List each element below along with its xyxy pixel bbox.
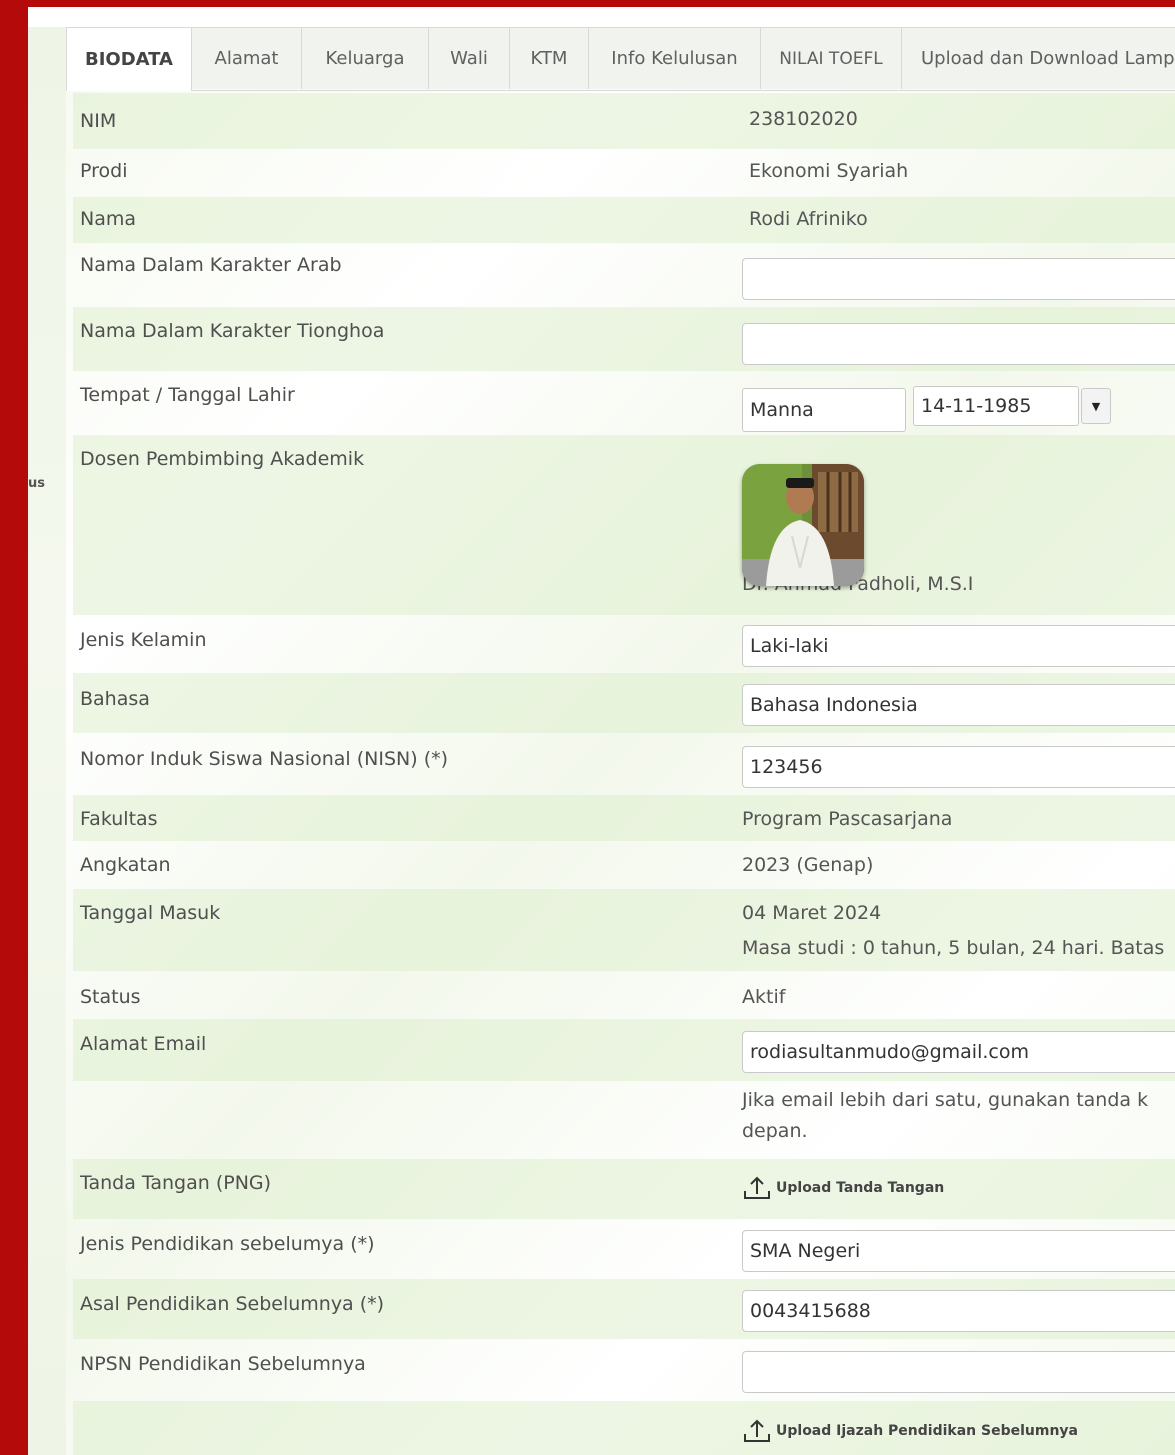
row-prodi: Prodi Ekonomi Syariah — [73, 149, 1175, 197]
nama-tionghoa-label: Nama Dalam Karakter Tionghoa — [80, 320, 385, 342]
asal-pendidikan-label: Asal Pendidikan Sebelumnya (*) — [80, 1293, 385, 1315]
dosen-label: Dosen Pembimbing Akademik — [80, 448, 365, 470]
upload-icon — [744, 1176, 770, 1199]
row-jenis-pendidikan: Jenis Pendidikan sebelumya (*) SMA Neger… — [73, 1219, 1175, 1279]
upload-tanda-tangan-label: Upload Tanda Tangan — [776, 1180, 945, 1196]
row-npsn: NPSN Pendidikan Sebelumnya — [73, 1339, 1175, 1401]
tab-biodata[interactable]: BIODATA — [66, 27, 192, 91]
upload-tanda-tangan-button[interactable]: Upload Tanda Tangan — [742, 1175, 944, 1201]
row-ijazah: Upload Ijazah Pendidikan Sebelumnya — [73, 1401, 1175, 1455]
upload-icon — [744, 1419, 770, 1442]
tanda-tangan-label: Tanda Tangan (PNG) — [80, 1172, 272, 1194]
email-input[interactable]: rodiasultanmudo@gmail.com — [742, 1031, 1175, 1073]
nama-arab-label: Nama Dalam Karakter Arab — [80, 254, 342, 276]
row-status: Status Aktif — [73, 971, 1175, 1019]
nama-label: Nama — [80, 208, 137, 230]
row-asal-pendidikan: Asal Pendidikan Sebelumnya (*) 004341568… — [73, 1279, 1175, 1339]
tab-wali[interactable]: Wali — [428, 27, 510, 89]
status-value: Aktif — [742, 986, 786, 1008]
nama-arab-input[interactable] — [742, 258, 1175, 300]
npsn-input[interactable] — [742, 1351, 1175, 1393]
status-label: Status — [80, 986, 141, 1008]
tanggal-masuk-label: Tanggal Masuk — [80, 902, 221, 924]
jenis-kelamin-label: Jenis Kelamin — [80, 629, 207, 651]
row-nama-tionghoa: Nama Dalam Karakter Tionghoa — [73, 307, 1175, 371]
sidebar-partial-text: us — [28, 476, 45, 491]
fakultas-value: Program Pascasarjana — [742, 808, 953, 830]
tab-alamat[interactable]: Alamat — [191, 27, 302, 89]
bahasa-select[interactable]: Bahasa Indonesia — [742, 684, 1175, 726]
row-nim: NIM 238102020 — [73, 93, 1175, 149]
angkatan-value: 2023 (Genap) — [742, 854, 874, 876]
nim-label: NIM — [80, 110, 117, 132]
prodi-label: Prodi — [80, 160, 128, 182]
email-hint-line2: depan. — [742, 1120, 808, 1142]
nisn-label: Nomor Induk Siswa Nasional (NISN) (*) — [80, 748, 449, 770]
bahasa-label: Bahasa — [80, 688, 150, 710]
angkatan-label: Angkatan — [80, 854, 171, 876]
dosen-avatar — [742, 464, 864, 586]
row-email: Alamat Email rodiasultanmudo@gmail.com — [73, 1019, 1175, 1081]
nama-tionghoa-input[interactable] — [742, 323, 1175, 365]
row-email-hint: Jika email lebih dari satu, gunakan tand… — [73, 1081, 1175, 1159]
tab-info-kelulusan[interactable]: Info Kelulusan — [588, 27, 761, 89]
tanggal-lahir-input[interactable]: 14-11-1985 — [913, 386, 1079, 426]
row-bahasa: Bahasa Bahasa Indonesia — [73, 673, 1175, 733]
row-dosen-pembimbing: Dosen Pembimbing Akademik Dr. Ahmad Fadh… — [73, 435, 1175, 615]
sidebar-strip: us — [28, 27, 67, 1455]
jenis-pendidikan-label: Jenis Pendidikan sebelumya (*) — [80, 1233, 375, 1255]
tanggal-masuk-value: 04 Maret 2024 — [742, 902, 882, 924]
tab-nilai-toefl[interactable]: NILAI TOEFL — [760, 27, 902, 89]
row-fakultas: Fakultas Program Pascasarjana — [73, 795, 1175, 841]
row-angkatan: Angkatan 2023 (Genap) — [73, 841, 1175, 889]
npsn-label: NPSN Pendidikan Sebelumnya — [80, 1353, 366, 1375]
ttl-label: Tempat / Tanggal Lahir — [80, 384, 295, 406]
row-nama-arab: Nama Dalam Karakter Arab — [73, 243, 1175, 307]
caret-down-icon[interactable]: ▼ — [1081, 388, 1111, 424]
tab-ktm[interactable]: KTM — [509, 27, 589, 89]
tab-bar: BIODATA Alamat Keluarga Wali KTM Info Ke… — [66, 27, 1175, 91]
email-label: Alamat Email — [80, 1033, 207, 1055]
nama-value: Rodi Afriniko — [749, 208, 868, 230]
row-jenis-kelamin: Jenis Kelamin Laki-laki — [73, 615, 1175, 673]
row-tanggal-masuk: Tanggal Masuk 04 Maret 2024 Masa studi :… — [73, 889, 1175, 971]
row-nama: Nama Rodi Afriniko — [73, 197, 1175, 243]
tab-keluarga[interactable]: Keluarga — [301, 27, 429, 89]
jenis-pendidikan-select[interactable]: SMA Negeri — [742, 1230, 1175, 1272]
nisn-input[interactable]: 123456 — [742, 746, 1175, 788]
biodata-panel: BIODATA Alamat Keluarga Wali KTM Info Ke… — [66, 27, 1175, 1455]
asal-pendidikan-input[interactable]: 0043415688 — [742, 1290, 1175, 1332]
row-tanda-tangan: Tanda Tangan (PNG) Upload Tanda Tangan — [73, 1159, 1175, 1219]
masa-studi-text: Masa studi : 0 tahun, 5 bulan, 24 hari. … — [742, 937, 1165, 959]
nim-value: 238102020 — [749, 108, 858, 130]
row-nisn: Nomor Induk Siswa Nasional (NISN) (*) 12… — [73, 733, 1175, 795]
tempat-lahir-input[interactable]: Manna — [742, 388, 906, 432]
prodi-value: Ekonomi Syariah — [749, 160, 909, 182]
tab-upload-download[interactable]: Upload dan Download Lamp — [901, 27, 1175, 89]
fakultas-label: Fakultas — [80, 808, 158, 830]
upload-ijazah-label: Upload Ijazah Pendidikan Sebelumnya — [776, 1423, 1078, 1439]
row-tempat-tanggal-lahir: Tempat / Tanggal Lahir Manna 14-11-1985 … — [73, 371, 1175, 435]
jenis-kelamin-select[interactable]: Laki-laki — [742, 625, 1175, 667]
email-hint-line1: Jika email lebih dari satu, gunakan tand… — [742, 1089, 1149, 1111]
app-frame: us BIODATA Alamat Keluarga Wali KTM Info… — [28, 7, 1175, 1455]
upload-ijazah-button[interactable]: Upload Ijazah Pendidikan Sebelumnya — [742, 1418, 1078, 1444]
